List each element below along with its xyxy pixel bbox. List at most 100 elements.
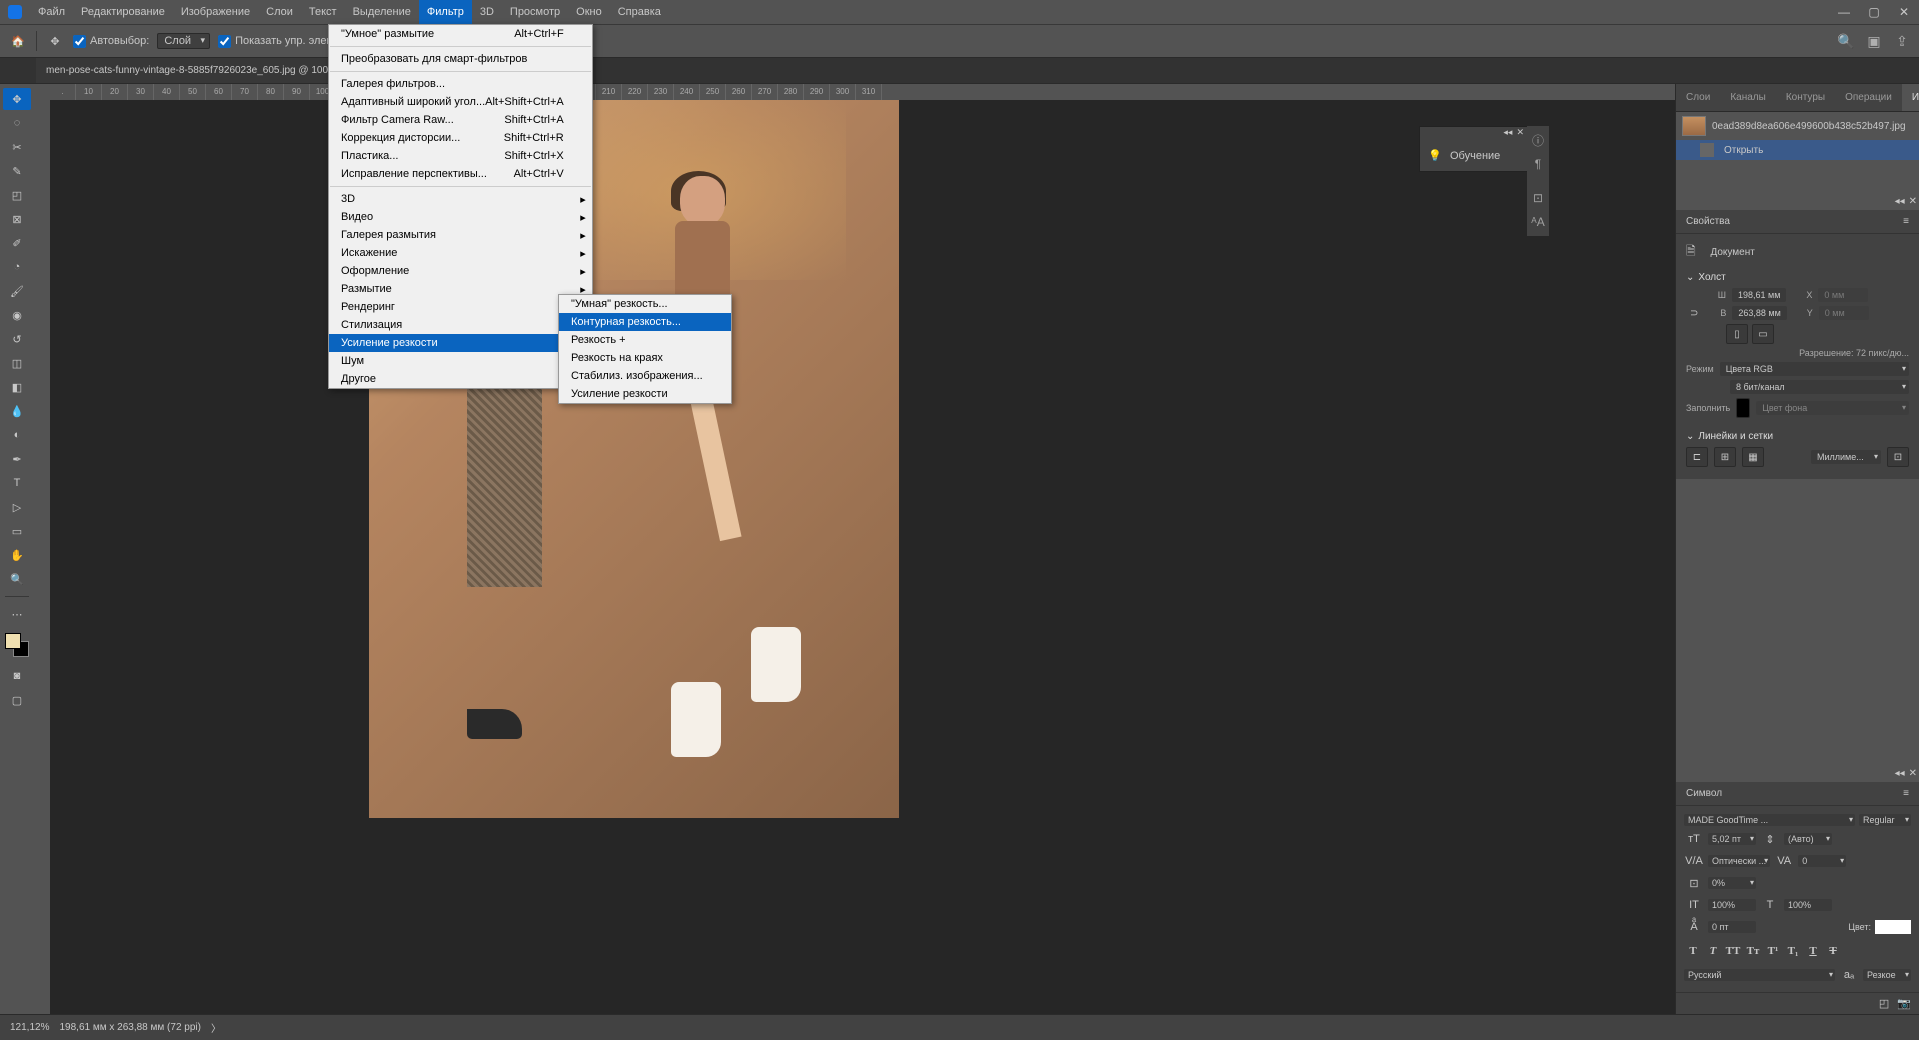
fill-select[interactable]: Цвет фона bbox=[1756, 401, 1909, 415]
orient-landscape-icon[interactable]: ▭ bbox=[1752, 324, 1774, 344]
collapse-icon[interactable]: ◂◂ bbox=[1503, 127, 1512, 141]
zoom-tool[interactable]: 🔍 bbox=[3, 568, 31, 590]
fg-color-swatch[interactable] bbox=[5, 633, 21, 649]
collapse-icon[interactable]: ◂◂ bbox=[1895, 196, 1905, 207]
learn-label[interactable]: Обучение bbox=[1450, 150, 1500, 162]
menu-item[interactable]: Исправление перспективы...Alt+Ctrl+V bbox=[329, 165, 592, 183]
menu-text[interactable]: Текст bbox=[301, 0, 345, 24]
blur-tool[interactable]: 💧 bbox=[3, 400, 31, 422]
maximize-icon[interactable]: ▢ bbox=[1859, 0, 1889, 24]
orient-portrait-icon[interactable]: ▯ bbox=[1726, 324, 1748, 344]
baseline-input[interactable]: 0 пт bbox=[1708, 921, 1756, 933]
font-style-select[interactable]: Regular bbox=[1859, 814, 1911, 826]
kerning-select[interactable]: Оптически ... bbox=[1708, 855, 1770, 867]
subscript[interactable]: T₁ bbox=[1784, 942, 1802, 960]
tab-actions[interactable]: Операции bbox=[1835, 84, 1902, 111]
status-arrow-icon[interactable]: 〉 bbox=[211, 1020, 221, 1035]
height-value[interactable]: 263,88 мм bbox=[1732, 306, 1786, 320]
submenu-item[interactable]: Резкость на краях bbox=[559, 349, 731, 367]
submenu-item[interactable]: Контурная резкость... bbox=[559, 313, 731, 331]
link-icon[interactable]: ⊃ bbox=[1690, 308, 1698, 319]
tab-layers[interactable]: Слои bbox=[1676, 84, 1720, 111]
menu-filter[interactable]: Фильтр bbox=[419, 0, 472, 24]
faux-italic[interactable]: T bbox=[1704, 942, 1722, 960]
hscale-input[interactable]: 100% bbox=[1784, 899, 1832, 911]
menu-item[interactable]: Коррекция дисторсии...Shift+Ctrl+R bbox=[329, 129, 592, 147]
tab-channels[interactable]: Каналы bbox=[1720, 84, 1776, 111]
close-panel-icon[interactable]: ✕ bbox=[1909, 196, 1917, 207]
mode-select[interactable]: Цвета RGB bbox=[1720, 362, 1909, 376]
grid-icon[interactable]: ⊞ bbox=[1714, 447, 1736, 467]
menu-item[interactable]: Видео▸ bbox=[329, 208, 592, 226]
superscript[interactable]: T¹ bbox=[1764, 942, 1782, 960]
menu-item[interactable]: Другое▸ bbox=[329, 370, 592, 388]
underline[interactable]: T bbox=[1804, 942, 1822, 960]
hand-tool[interactable]: ✋ bbox=[3, 544, 31, 566]
fill-swatch[interactable] bbox=[1736, 398, 1750, 418]
tracking-input[interactable]: 0 bbox=[1798, 855, 1846, 867]
font-size-input[interactable]: 5,02 пт bbox=[1708, 833, 1756, 845]
menu-item[interactable]: Искажение▸ bbox=[329, 244, 592, 262]
glyph-icon[interactable]: ⊡ bbox=[1530, 190, 1546, 206]
eraser-tool[interactable]: ◫ bbox=[3, 352, 31, 374]
menu-item[interactable]: Преобразовать для смарт-фильтров bbox=[329, 50, 592, 68]
tab-history[interactable]: История bbox=[1902, 84, 1919, 111]
pen-tool[interactable]: ✒ bbox=[3, 448, 31, 470]
workspace-icon[interactable]: ▣ bbox=[1865, 32, 1883, 50]
path-tool[interactable]: ▷ bbox=[3, 496, 31, 518]
rulers-section-header[interactable]: ⌄ Линейки и сетки bbox=[1686, 428, 1909, 445]
stamp-tool[interactable]: ◉ bbox=[3, 304, 31, 326]
faux-bold[interactable]: T bbox=[1684, 942, 1702, 960]
ruler-unit-select[interactable]: Миллиме... bbox=[1811, 450, 1881, 464]
history-snapshot[interactable]: 0ead389d8ea606e499600b438c52b497.jpg bbox=[1676, 112, 1919, 140]
char-style-icon[interactable]: ᴬA bbox=[1530, 214, 1546, 230]
menu-help[interactable]: Справка bbox=[610, 0, 669, 24]
eyedropper-tool[interactable]: ✐ bbox=[3, 232, 31, 254]
menu-window[interactable]: Окно bbox=[568, 0, 610, 24]
marquee-tool[interactable]: ◌ bbox=[3, 112, 31, 134]
lasso-tool[interactable]: ✂ bbox=[3, 136, 31, 158]
tab-paths[interactable]: Контуры bbox=[1776, 84, 1835, 111]
menu-item[interactable]: Оформление▸ bbox=[329, 262, 592, 280]
info-icon[interactable]: ⓘ bbox=[1530, 132, 1546, 148]
auto-select-checkbox[interactable]: Автовыбор: bbox=[73, 35, 149, 48]
shape-tool[interactable]: ▭ bbox=[3, 520, 31, 542]
screen-mode-tool[interactable]: ▢ bbox=[3, 689, 31, 711]
close-icon[interactable]: ✕ bbox=[1516, 127, 1524, 141]
menu-3d[interactable]: 3D bbox=[472, 0, 502, 24]
healing-tool[interactable]: ◔ bbox=[3, 256, 31, 278]
frame-tool[interactable]: ⊠ bbox=[3, 208, 31, 230]
scale-input[interactable]: 0% bbox=[1708, 877, 1756, 889]
panel-menu-icon[interactable]: ≡ bbox=[1903, 216, 1909, 227]
menu-layers[interactable]: Слои bbox=[258, 0, 301, 24]
menu-item[interactable]: 3D▸ bbox=[329, 190, 592, 208]
menu-item[interactable]: Усиление резкости▸ bbox=[329, 334, 592, 352]
document-tab[interactable]: men-pose-cats-funny-vintage-8-5885f79260… bbox=[36, 58, 369, 83]
submenu-item[interactable]: Резкость + bbox=[559, 331, 731, 349]
camera-icon[interactable]: 📷 bbox=[1897, 997, 1911, 1010]
menu-item[interactable]: Галерея размытия▸ bbox=[329, 226, 592, 244]
dodge-tool[interactable]: ◐ bbox=[3, 424, 31, 446]
small-caps[interactable]: Tᴛ bbox=[1744, 942, 1762, 960]
menu-item[interactable]: Стилизация▸ bbox=[329, 316, 592, 334]
edit-toolbar[interactable]: ⋯ bbox=[3, 603, 31, 625]
collapse-icon[interactable]: ◂◂ bbox=[1895, 768, 1905, 779]
font-family-select[interactable]: MADE GoodTime ... bbox=[1684, 814, 1855, 826]
history-brush-tool[interactable]: ↺ bbox=[3, 328, 31, 350]
search-icon[interactable]: 🔍 bbox=[1837, 32, 1855, 50]
quick-select-tool[interactable]: ✎ bbox=[3, 160, 31, 182]
zoom-level[interactable]: 121,12% bbox=[10, 1022, 49, 1033]
close-icon[interactable]: ✕ bbox=[1889, 0, 1919, 24]
grid-settings-icon[interactable]: ⊡ bbox=[1887, 447, 1909, 467]
strikethrough[interactable]: T bbox=[1824, 942, 1842, 960]
menu-file[interactable]: Файл bbox=[30, 0, 73, 24]
menu-item[interactable]: "Умное" размытиеAlt+Ctrl+F bbox=[329, 25, 592, 43]
canvas-section-header[interactable]: ⌄ Холст bbox=[1686, 269, 1909, 286]
home-icon[interactable]: 🏠 bbox=[8, 31, 28, 51]
submenu-item[interactable]: Стабилиз. изображения... bbox=[559, 367, 731, 385]
all-caps[interactable]: TT bbox=[1724, 942, 1742, 960]
width-value[interactable]: 198,61 мм bbox=[1732, 288, 1786, 302]
paragraph-icon[interactable]: ¶ bbox=[1530, 156, 1546, 172]
layer-type-select[interactable]: Слой bbox=[157, 33, 210, 49]
menu-item[interactable]: Фильтр Camera Raw...Shift+Ctrl+A bbox=[329, 111, 592, 129]
